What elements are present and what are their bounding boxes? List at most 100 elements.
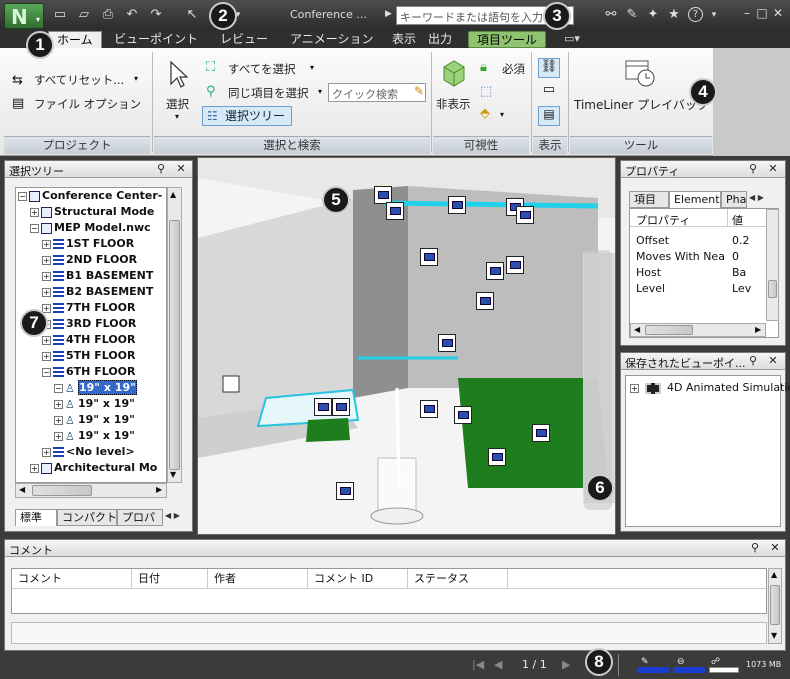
terminal-marker-icon[interactable] <box>314 398 332 416</box>
pin-icon[interactable]: ⚲ <box>155 162 167 176</box>
expand-icon[interactable]: + <box>42 335 51 345</box>
close-panel-icon[interactable]: ✕ <box>767 354 779 368</box>
terminal-marker-icon[interactable] <box>332 398 350 416</box>
communication-icon[interactable]: ✦ <box>645 7 661 23</box>
tree-row[interactable]: + Structural Mode <box>18 204 166 220</box>
tree-row[interactable]: − 6TH FLOOR <box>18 364 166 380</box>
comment-text-area[interactable] <box>11 622 767 644</box>
navigation-bar[interactable] <box>584 250 612 510</box>
expand-icon[interactable]: + <box>42 447 51 457</box>
scroll-left-icon[interactable]: ◀ <box>19 485 25 494</box>
collapse-icon[interactable]: − <box>42 367 51 377</box>
help-dropdown-icon[interactable]: ▾ <box>706 7 722 23</box>
properties-tab-2[interactable]: Pha <box>721 191 747 208</box>
viewpoint-item[interactable]: + 4D Animated Simulation <box>630 380 790 396</box>
properties-tab-1[interactable]: Element <box>669 191 721 208</box>
tree-view-tab-0[interactable]: 標準 <box>15 509 57 526</box>
quick-properties-icon[interactable]: ▭ <box>538 82 560 102</box>
collapse-icon[interactable]: − <box>30 223 39 233</box>
expand-icon[interactable]: + <box>30 463 39 473</box>
expand-icon[interactable]: + <box>42 287 51 297</box>
tab-scroll-icon[interactable]: ◀ ▶ <box>165 511 180 520</box>
expand-icon[interactable]: + <box>42 239 51 249</box>
pin-icon[interactable]: ⚲ <box>747 162 759 176</box>
tree-row[interactable]: +1ST FLOOR <box>18 236 166 252</box>
collapse-icon[interactable]: − <box>54 383 63 393</box>
comments-column-header[interactable]: 日付 <box>132 569 208 588</box>
terminal-marker-icon[interactable] <box>448 196 466 214</box>
comments-vertical-scrollbar[interactable]: ▲ ▼ <box>768 568 782 644</box>
comments-column-header[interactable]: ステータス <box>408 569 508 588</box>
terminal-marker-icon[interactable] <box>420 400 438 418</box>
undo-icon[interactable]: ↶ <box>124 7 140 23</box>
tree-row[interactable]: + ♙ 19" x 19" <box>18 428 166 444</box>
terminal-marker-icon[interactable] <box>336 482 354 500</box>
tree-row[interactable]: +5TH FLOOR <box>18 348 166 364</box>
terminal-marker-icon[interactable] <box>454 406 472 424</box>
hide-unselected-icon[interactable]: ⬚ <box>480 84 492 99</box>
expand-icon[interactable]: + <box>630 383 639 393</box>
property-row[interactable]: Level Lev <box>630 281 766 297</box>
quick-search-input[interactable]: クイック検索 <box>328 83 426 102</box>
tree-row[interactable]: +2ND FLOOR <box>18 252 166 268</box>
scroll-thumb[interactable] <box>32 485 92 496</box>
properties-panel-icon[interactable]: ▤ <box>538 106 560 126</box>
application-menu-button[interactable]: N ▾ <box>4 3 44 29</box>
binoculars-icon[interactable]: ⚯ <box>603 7 619 23</box>
tab-3[interactable]: アニメーション <box>282 31 382 48</box>
column-header-value[interactable]: 値 <box>728 209 766 227</box>
tree-view-tab-2[interactable]: プロパ <box>117 509 163 526</box>
tree-row[interactable]: + ♙ 19" x 19" <box>18 396 166 412</box>
links-icon[interactable]: ⛓ <box>538 58 560 78</box>
tab-5[interactable]: 出力 <box>420 31 460 48</box>
hide-button[interactable]: 非表示 <box>436 56 474 126</box>
open-folder-icon[interactable]: ▱ <box>76 7 92 23</box>
close-panel-icon[interactable]: ✕ <box>175 162 187 176</box>
tree-row[interactable]: + B1 BASEMENT <box>18 268 166 284</box>
workspace-dropdown-icon[interactable]: ▭▾ <box>564 32 580 45</box>
tree-row[interactable]: + <No level> <box>18 444 166 460</box>
tree-row[interactable]: + Architectural Mo <box>18 460 166 476</box>
tab-6[interactable]: 項目ツール <box>468 31 547 48</box>
unhide-all-icon[interactable]: ⬘ <box>480 106 490 121</box>
comments-column-header[interactable]: コメント <box>12 569 132 588</box>
comments-column-header[interactable]: 作者 <box>208 569 308 588</box>
column-header-property[interactable]: プロパティ <box>630 209 728 227</box>
tab-4[interactable]: 表示 <box>384 31 424 48</box>
close-panel-icon[interactable]: ✕ <box>767 162 779 176</box>
tree-row[interactable]: − ♙ 19" x 19" <box>18 380 166 396</box>
tab-scroll-icon[interactable]: ◀ ▶ <box>749 193 764 202</box>
tree-row[interactable]: − Conference Center- <box>18 188 166 204</box>
chevron-down-icon[interactable]: ▾ <box>500 110 504 119</box>
tree-vertical-scrollbar[interactable]: ▲ ▼ <box>167 187 182 483</box>
expand-icon[interactable]: + <box>42 271 51 281</box>
expand-icon[interactable]: + <box>54 415 63 425</box>
property-row[interactable]: Offset 0.2 <box>630 233 766 249</box>
new-file-icon[interactable]: ▭ <box>52 7 68 23</box>
scroll-thumb[interactable] <box>770 585 780 625</box>
search-icon[interactable]: ✎ <box>414 84 424 98</box>
scroll-right-icon[interactable]: ▶ <box>755 325 761 334</box>
properties-horizontal-scrollbar[interactable]: ◀ ▶ <box>630 323 766 337</box>
next-page-icon[interactable]: ▶ <box>562 658 570 671</box>
terminal-marker-icon[interactable] <box>386 202 404 220</box>
terminal-marker-icon[interactable] <box>506 256 524 274</box>
tree-view-tab-1[interactable]: コンパクト <box>57 509 117 526</box>
favorites-star-icon[interactable]: ★ <box>666 7 682 23</box>
scroll-up-icon[interactable]: ▲ <box>771 570 777 579</box>
close-panel-icon[interactable]: ✕ <box>769 541 781 555</box>
properties-vertical-scrollbar[interactable] <box>766 209 779 321</box>
wrench-icon[interactable]: ✎ <box>624 7 640 23</box>
collapse-icon[interactable]: − <box>18 191 27 201</box>
select-cursor-icon[interactable]: ↖ <box>184 7 200 23</box>
terminal-marker-icon[interactable] <box>486 262 504 280</box>
scroll-left-icon[interactable]: ◀ <box>634 325 640 334</box>
scroll-thumb[interactable] <box>645 325 693 335</box>
scroll-thumb[interactable] <box>169 220 180 470</box>
tab-2[interactable]: レビュー <box>212 31 276 48</box>
tab-0[interactable]: ホーム <box>48 31 102 48</box>
terminal-marker-icon[interactable] <box>532 424 550 442</box>
pin-icon[interactable]: ⚲ <box>747 354 759 368</box>
first-page-icon[interactable]: |◀ <box>472 658 484 671</box>
expand-icon[interactable]: + <box>42 255 51 265</box>
